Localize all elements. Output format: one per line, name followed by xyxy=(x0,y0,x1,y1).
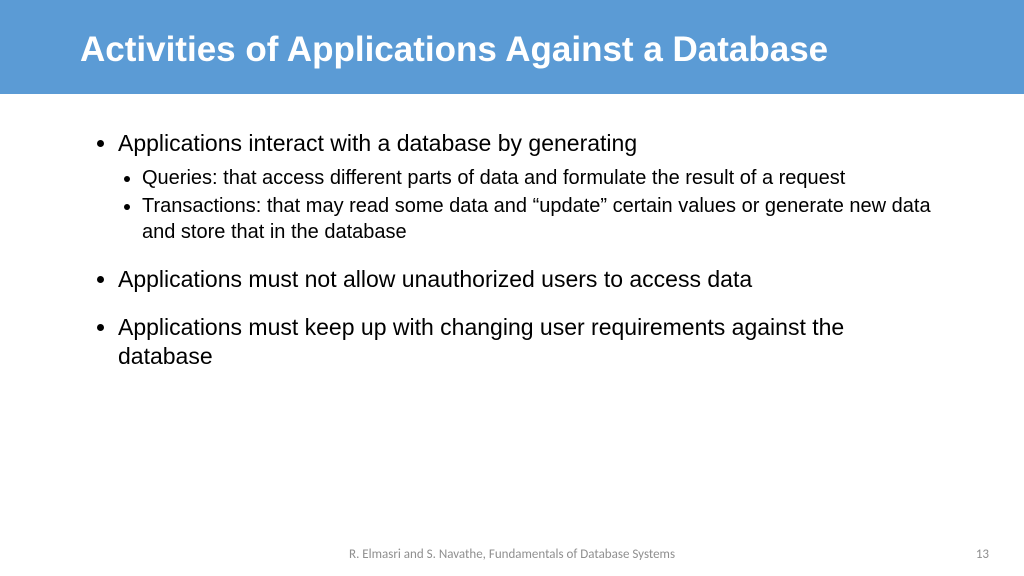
sub-bullet-list: Queries: that access different parts of … xyxy=(142,165,944,245)
sub-bullet-text: Transactions: that may read some data an… xyxy=(142,195,931,243)
slide-body: Applications interact with a database by… xyxy=(0,94,1024,373)
bullet-item: Applications interact with a database by… xyxy=(118,129,944,257)
sub-bullet-item: Queries: that access different parts of … xyxy=(142,165,944,191)
bullet-item: Applications must keep up with changing … xyxy=(118,313,944,373)
bullet-text: Applications must keep up with changing … xyxy=(118,314,844,370)
bullet-item: Applications must not allow unauthorized… xyxy=(118,265,944,295)
page-number: 13 xyxy=(976,547,989,562)
bullet-text: Applications interact with a database by… xyxy=(118,130,637,156)
footer-citation: R. Elmasri and S. Navathe, Fundamentals … xyxy=(0,547,1024,562)
slide-title: Activities of Applications Against a Dat… xyxy=(80,28,944,72)
bullet-list: Applications interact with a database by… xyxy=(118,129,944,373)
sub-bullet-item: Transactions: that may read some data an… xyxy=(142,193,944,245)
sub-bullet-text: Queries: that access different parts of … xyxy=(142,167,845,189)
slide-header: Activities of Applications Against a Dat… xyxy=(0,0,1024,94)
bullet-text: Applications must not allow unauthorized… xyxy=(118,266,752,292)
